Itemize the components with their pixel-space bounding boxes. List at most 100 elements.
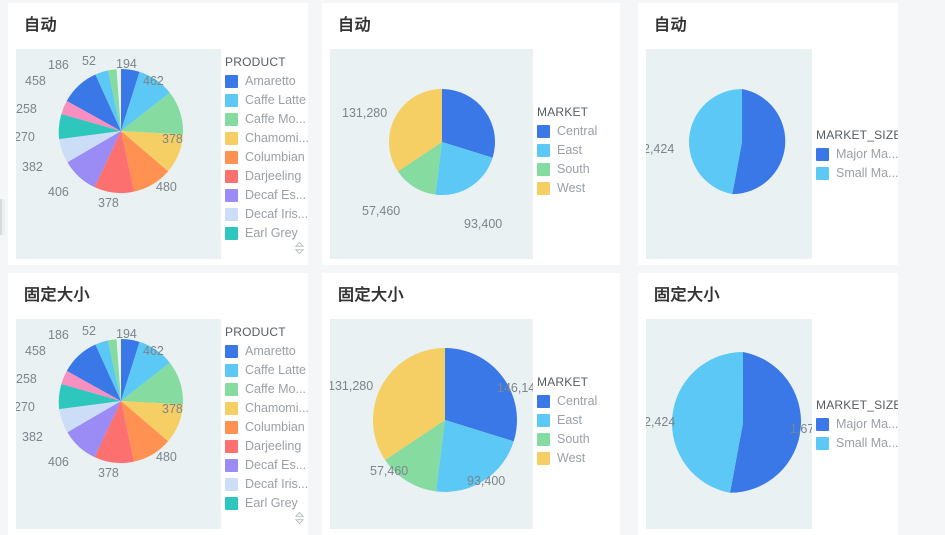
legend-swatch-icon xyxy=(537,433,550,446)
legend-item-label: Decaf Es... xyxy=(245,458,307,472)
legend-item-label: Decaf Es... xyxy=(245,188,307,202)
legend[interactable]: MARKET Central East South West xyxy=(533,319,620,529)
legend-item-label: Central xyxy=(557,394,598,408)
legend-item-amaretto[interactable]: Amaretto xyxy=(225,72,308,91)
legend-item-caffe-latte[interactable]: Caffe Latte xyxy=(225,361,308,380)
slice-label: 52 xyxy=(82,324,96,338)
legend-item-major-market[interactable]: Major Ma... xyxy=(816,145,898,164)
legend-item-decaf-espresso[interactable]: Decaf Es... xyxy=(225,186,308,205)
pie-chart[interactable] xyxy=(56,66,186,196)
panel-fixed-market[interactable]: 固定大小 131,280 146,140 57,460 93 xyxy=(322,273,620,535)
panel-auto-product[interactable]: 自动 186 52 194 458 462 258 270 378 382 48… xyxy=(8,3,308,265)
legend-item-caffe-mocha[interactable]: Caffe Mo... xyxy=(225,380,308,399)
legend-item-label: East xyxy=(557,413,583,427)
pie-slices xyxy=(58,69,183,194)
legend-swatch-icon xyxy=(537,163,550,176)
legend-swatch-icon xyxy=(225,75,238,88)
legend-item-label: Darjeeling xyxy=(245,169,302,183)
legend-title: MARKET xyxy=(537,375,589,389)
plot-area: 131,280 57,460 93,400 xyxy=(330,49,533,259)
pie-chart[interactable] xyxy=(387,87,497,197)
legend-item-central[interactable]: Central xyxy=(537,392,597,411)
viz-container: 2,424 1,672 MARKET_SIZE Major Ma... Smal… xyxy=(646,319,898,529)
slice-label: 258 xyxy=(16,372,37,386)
legend-item-darjeeling[interactable]: Darjeeling xyxy=(225,437,308,456)
plot-area: 131,280 146,140 57,460 93,400 xyxy=(330,319,533,529)
legend-item-chamomile[interactable]: Chamomi... xyxy=(225,129,308,148)
legend-item-label: Small Ma... xyxy=(836,166,898,180)
legend-item-label: Decaf Iris... xyxy=(245,207,308,221)
legend-item-decaf-espresso[interactable]: Decaf Es... xyxy=(225,456,308,475)
legend-item-south[interactable]: South xyxy=(537,430,597,449)
slice-label: 480 xyxy=(156,450,177,464)
legend-scroll-spinner-icon[interactable] xyxy=(295,511,304,525)
slice-label: 194 xyxy=(116,57,137,71)
pie-chart[interactable] xyxy=(56,336,186,466)
slice-label: 57,460 xyxy=(370,464,409,478)
legend-item-chamomile[interactable]: Chamomi... xyxy=(225,399,308,418)
legend[interactable]: PRODUCT Amaretto Caffe Latte Caffe Mo...… xyxy=(221,319,308,529)
slice-label: 2,424 xyxy=(646,142,675,156)
pie-slices xyxy=(689,89,786,195)
legend-item-label: Caffe Mo... xyxy=(245,112,306,126)
legend-swatch-icon xyxy=(225,440,238,453)
legend-item-decaf-irish-cream[interactable]: Decaf Iris... xyxy=(225,205,308,224)
legend-swatch-icon xyxy=(225,132,238,145)
legend[interactable]: PRODUCT Amaretto Caffe Latte Caffe Mo...… xyxy=(221,49,308,259)
legend-item-label: Small Ma... xyxy=(836,436,898,450)
legend-item-columbian[interactable]: Columbian xyxy=(225,148,308,167)
slice-label: 462 xyxy=(143,74,164,88)
slice-label: 378 xyxy=(98,196,119,210)
panel-title: 固定大小 xyxy=(654,287,721,304)
panel-fixed-product[interactable]: 固定大小 186 52 194 458 462 258 270 378 382 … xyxy=(8,273,308,535)
legend-item-label: East xyxy=(557,143,583,157)
legend-item-caffe-mocha[interactable]: Caffe Mo... xyxy=(225,110,308,129)
panel-auto-market-size[interactable]: 自动 2,424 MARKET_SIZE Major Ma... Small M… xyxy=(638,3,898,265)
panel-fixed-market-size[interactable]: 固定大小 2,424 1,672 MARKET_SIZE Majo xyxy=(638,273,898,535)
slice-label: 382 xyxy=(22,430,43,444)
slice-label: 146,140 xyxy=(497,381,533,395)
panel-auto-market[interactable]: 自动 131,280 57,460 93,400 MARKET Central … xyxy=(322,3,620,265)
legend-swatch-icon xyxy=(225,497,238,510)
slice-small-market-2424[interactable] xyxy=(671,352,743,493)
legend-item-label: Darjeeling xyxy=(245,439,302,453)
legend-swatch-icon xyxy=(537,182,550,195)
slice-label: 378 xyxy=(162,402,183,416)
pie-slices xyxy=(58,339,183,464)
legend-swatch-icon xyxy=(225,94,238,107)
panel-title: 固定大小 xyxy=(24,287,91,304)
legend-item-major-market[interactable]: Major Ma... xyxy=(816,415,898,434)
legend-item-label: West xyxy=(557,451,586,465)
legend-item-east[interactable]: East xyxy=(537,411,597,430)
legend-scroll-spinner-icon[interactable] xyxy=(295,241,304,255)
legend-item-west[interactable]: West xyxy=(537,449,597,468)
legend[interactable]: MARKET_SIZE Major Ma... Small Ma... xyxy=(812,319,898,529)
legend-swatch-icon xyxy=(225,170,238,183)
legend-item-small-market[interactable]: Small Ma... xyxy=(816,164,898,183)
legend-item-label: Central xyxy=(557,124,598,138)
legend-item-central[interactable]: Central xyxy=(537,122,597,141)
legend-item-decaf-irish-cream[interactable]: Decaf Iris... xyxy=(225,475,308,494)
legend[interactable]: MARKET Central East South West xyxy=(533,49,620,259)
legend-swatch-icon xyxy=(225,189,238,202)
legend-swatch-icon xyxy=(225,227,238,240)
slice-label: 378 xyxy=(98,466,119,480)
legend-item-small-market[interactable]: Small Ma... xyxy=(816,434,898,453)
legend-item-west[interactable]: West xyxy=(537,179,597,198)
legend-item-caffe-latte[interactable]: Caffe Latte xyxy=(225,91,308,110)
legend-item-label: Chamomi... xyxy=(245,401,308,415)
panel-title: 自动 xyxy=(338,17,372,34)
legend[interactable]: MARKET_SIZE Major Ma... Small Ma... xyxy=(812,49,898,259)
legend-item-label: Decaf Iris... xyxy=(245,477,308,491)
legend-swatch-icon xyxy=(225,421,238,434)
legend-item-amaretto[interactable]: Amaretto xyxy=(225,342,308,361)
legend-item-south[interactable]: South xyxy=(537,160,597,179)
legend-item-east[interactable]: East xyxy=(537,141,597,160)
pie-chart[interactable] xyxy=(687,87,797,197)
pie-slices xyxy=(671,352,802,493)
slice-label: 93,400 xyxy=(467,474,506,488)
legend-item-darjeeling[interactable]: Darjeeling xyxy=(225,167,308,186)
slice-small-market-2424[interactable] xyxy=(689,89,742,195)
legend-item-columbian[interactable]: Columbian xyxy=(225,418,308,437)
slice-label: 462 xyxy=(143,344,164,358)
